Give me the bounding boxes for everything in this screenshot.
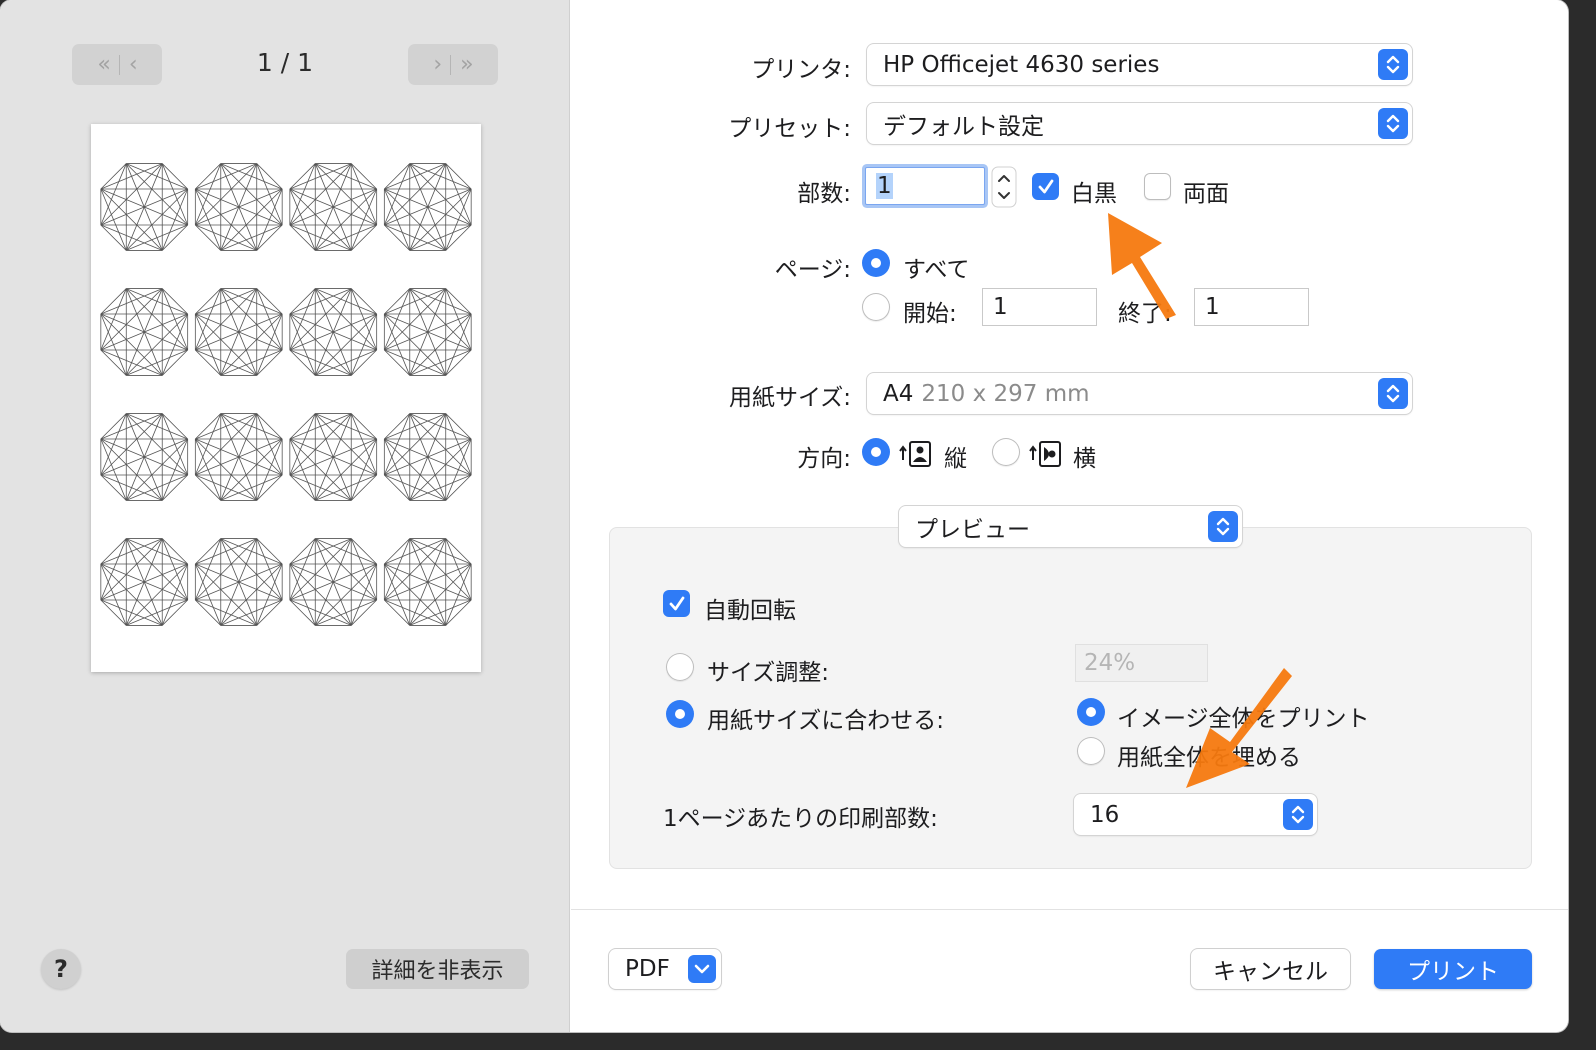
popup-chevrons-icon — [1378, 108, 1408, 139]
help-button[interactable]: ? — [41, 949, 81, 989]
scale-value: 24% — [1084, 650, 1136, 676]
copies-label: 部数: — [797, 181, 851, 207]
thumbnail-figure — [194, 413, 283, 501]
paper-size-popup[interactable]: A4 210 x 297 mm — [867, 373, 1412, 414]
thumbnail-figure — [100, 163, 189, 251]
landscape-radio[interactable] — [992, 438, 1020, 466]
pages-all-label: すべて — [903, 257, 970, 283]
page-preview-graphics — [100, 163, 472, 626]
thumbnail-figure — [194, 538, 283, 626]
chevron-down-icon — [688, 955, 716, 983]
print-dialog: « ‹ 1 / 1 › » ? 詳細を非表示 プリンタ: HP Officeje… — [0, 0, 1568, 1032]
paper-size-detail: 210 x 297 mm — [921, 380, 1090, 407]
previous-page-icon: ‹ — [128, 52, 138, 77]
copies-per-page-value: 16 — [1090, 801, 1120, 828]
auto-rotate-checkbox[interactable] — [663, 590, 690, 617]
printer-popup[interactable]: HP Officejet 4630 series — [867, 44, 1412, 85]
next-page-icon: › — [433, 52, 442, 77]
hide-details-button[interactable]: 詳細を非表示 — [346, 949, 529, 989]
thumbnail-figure — [383, 288, 472, 376]
paper-size-label: 用紙サイズ: — [728, 385, 851, 411]
preset-value: デフォルト設定 — [883, 113, 1044, 140]
bw-checkbox[interactable] — [1032, 173, 1059, 200]
print-button[interactable]: プリント — [1374, 949, 1532, 989]
landscape-icon — [1029, 441, 1061, 467]
printer-label: プリンタ: — [751, 57, 851, 83]
thumbnail-figure — [100, 538, 189, 626]
preview-sidebar: « ‹ 1 / 1 › » ? 詳細を非表示 — [0, 0, 570, 1032]
next-last-page-button[interactable]: › » — [408, 44, 498, 85]
pages-from-label: 開始: — [903, 301, 957, 327]
first-prev-page-button[interactable]: « ‹ — [72, 44, 162, 85]
cancel-button[interactable]: キャンセル — [1191, 949, 1350, 989]
paper-size-value: A4 — [883, 380, 914, 407]
preset-label: プリセット: — [728, 116, 851, 142]
page-counter: 1 / 1 — [256, 48, 314, 77]
page-preview — [91, 124, 481, 672]
thumbnail-figure — [289, 413, 378, 501]
fit-paper-label: 用紙サイズに合わせる: — [707, 708, 945, 734]
thumbnail-figure — [100, 288, 189, 376]
copies-per-page-label: 1ページあたりの印刷部数: — [663, 806, 938, 832]
portrait-icon — [899, 441, 931, 467]
section-menu-popup[interactable]: プレビュー — [899, 506, 1242, 547]
bw-label: 白黒 — [1071, 181, 1117, 207]
portrait-label: 縦 — [944, 446, 967, 472]
scale-field: 24% — [1075, 644, 1208, 682]
thumbnail-figure — [383, 413, 472, 501]
thumbnail-figure — [383, 538, 472, 626]
fill-paper-label: 用紙全体を埋める — [1117, 745, 1301, 771]
section-menu-value: プレビュー — [915, 516, 1030, 543]
pages-to-value: 1 — [1205, 294, 1220, 320]
copies-value: 1 — [876, 173, 893, 199]
stepper-arrows-icon — [991, 166, 1017, 208]
thumbnail-figure — [100, 413, 189, 501]
preset-popup[interactable]: デフォルト設定 — [867, 103, 1412, 144]
copies-stepper[interactable] — [991, 166, 1017, 208]
thumbnail-figure — [289, 538, 378, 626]
popup-chevrons-icon — [1378, 378, 1408, 409]
print-entire-image-label: イメージ全体をプリント — [1117, 706, 1370, 732]
pages-all-radio[interactable] — [862, 249, 890, 277]
checkmark-icon — [669, 596, 684, 610]
portrait-radio[interactable] — [862, 438, 890, 466]
orientation-label: 方向: — [797, 446, 851, 472]
popup-chevrons-icon — [1283, 799, 1313, 830]
settings-pane: プリンタ: HP Officejet 4630 series プリセット: デフ… — [571, 0, 1568, 1032]
pages-range-radio[interactable] — [862, 293, 890, 321]
fit-paper-radio[interactable] — [666, 700, 694, 728]
scale-label: サイズ調整: — [707, 660, 830, 686]
pages-label: ページ: — [774, 257, 851, 283]
popup-chevrons-icon — [1208, 511, 1238, 542]
print-entire-image-radio[interactable] — [1077, 698, 1105, 726]
popup-chevrons-icon — [1378, 49, 1408, 80]
printer-value: HP Officejet 4630 series — [883, 51, 1160, 78]
pdf-menu-button[interactable]: PDF — [609, 949, 721, 989]
pages-from-field[interactable]: 1 — [982, 288, 1097, 326]
duplex-checkbox[interactable] — [1144, 173, 1171, 200]
thumbnail-figure — [194, 288, 283, 376]
preview-options-panel: 自動回転 サイズ調整: 24% 用紙サイズに合わせる: イメージ全体をプリント … — [609, 527, 1532, 869]
pdf-label: PDF — [625, 956, 670, 982]
first-page-icon: « — [97, 52, 111, 77]
footer-divider — [571, 909, 1568, 910]
pages-to-field[interactable]: 1 — [1194, 288, 1309, 326]
auto-rotate-label: 自動回転 — [704, 598, 796, 624]
scale-radio[interactable] — [666, 653, 694, 681]
pages-to-label: 終了: — [1118, 301, 1172, 327]
thumbnail-figure — [383, 163, 472, 251]
pages-from-value: 1 — [993, 294, 1008, 320]
copies-per-page-popup[interactable]: 16 — [1074, 794, 1317, 835]
thumbnail-figure — [194, 163, 283, 251]
checkmark-icon — [1038, 179, 1053, 193]
duplex-label: 両面 — [1183, 181, 1229, 207]
fill-paper-radio[interactable] — [1077, 737, 1105, 765]
landscape-label: 横 — [1073, 446, 1096, 472]
copies-field[interactable]: 1 — [865, 167, 985, 205]
thumbnail-figure — [289, 163, 378, 251]
thumbnail-figure — [289, 288, 378, 376]
last-page-icon: » — [460, 52, 474, 77]
